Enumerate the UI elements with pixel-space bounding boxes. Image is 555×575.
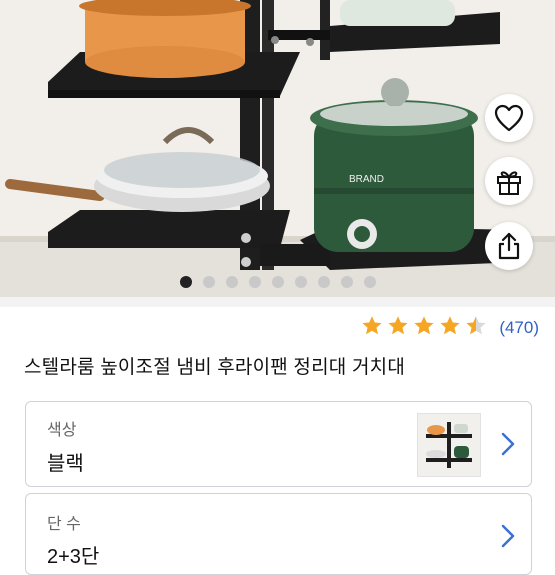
share-button[interactable] xyxy=(485,222,533,270)
orange-pot xyxy=(85,46,245,78)
chevron-right-icon xyxy=(501,524,515,553)
gift-button[interactable] xyxy=(485,157,533,205)
option-value: 블랙 xyxy=(47,453,84,475)
option-tier-selector[interactable]: 단 수 2+3단 xyxy=(25,493,532,575)
section-divider xyxy=(0,297,555,307)
carousel-dot-5[interactable] xyxy=(271,276,284,288)
option-label: 단 수 xyxy=(47,516,81,533)
shelf-bottom-left xyxy=(48,210,290,248)
product-title: 스텔라룸 높이조절 냄비 후라이팬 정리대 거치대 xyxy=(24,357,405,378)
carousel-dot-3[interactable] xyxy=(225,276,238,288)
half-star-icon xyxy=(465,315,487,342)
heart-icon xyxy=(494,104,524,132)
star-icon xyxy=(361,315,383,342)
product-image-carousel[interactable]: BRAND xyxy=(0,0,555,297)
gift-icon xyxy=(497,171,521,195)
carousel-dot-4[interactable] xyxy=(248,276,261,288)
carousel-dot-9[interactable] xyxy=(363,276,376,288)
review-count[interactable]: (470) xyxy=(499,318,539,338)
star-icon xyxy=(439,315,461,342)
carousel-dot-1[interactable] xyxy=(179,276,192,288)
carousel-dot-2[interactable] xyxy=(202,276,215,288)
option-label: 색상 xyxy=(47,422,77,439)
carousel-dot-6[interactable] xyxy=(294,276,307,288)
star-icon xyxy=(413,315,435,342)
option-color-selector[interactable]: 색상 블랙 xyxy=(25,401,532,487)
rating-summary[interactable]: (470) xyxy=(361,314,539,342)
carousel-indicators xyxy=(0,274,555,290)
option-thumbnail xyxy=(417,413,481,477)
chevron-right-icon xyxy=(501,432,515,461)
wishlist-button[interactable] xyxy=(485,94,533,142)
mint-pot xyxy=(340,0,455,26)
star-icon xyxy=(387,315,409,342)
carousel-dot-7[interactable] xyxy=(317,276,330,288)
share-icon xyxy=(498,232,520,260)
product-photo: BRAND xyxy=(0,0,555,297)
brand-text: BRAND xyxy=(349,174,384,185)
carousel-dot-8[interactable] xyxy=(340,276,353,288)
